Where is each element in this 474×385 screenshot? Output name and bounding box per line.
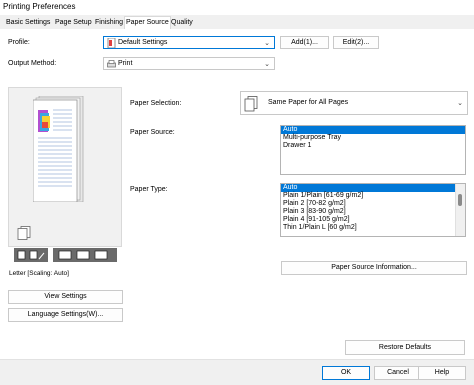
paper-type-option[interactable]: Auto (281, 184, 457, 192)
restore-defaults-button[interactable]: Restore Defaults (345, 340, 465, 355)
dialog-footer: OK Cancel Help (0, 359, 474, 385)
printer-icon (107, 60, 116, 68)
output-method-select[interactable]: Print ⌄ (103, 57, 275, 70)
paper-selection-label: Paper Selection: (130, 100, 182, 107)
ok-button[interactable]: OK (322, 366, 370, 380)
tab-page-setup[interactable]: Page Setup (54, 17, 93, 29)
paper-type-option[interactable]: Plain 1/Plain [61-69 g/m2] (281, 192, 457, 200)
tab-strip: Basic Settings Page Setup Finishing Pape… (0, 15, 474, 30)
device-view-toggle[interactable] (53, 248, 117, 262)
profile-icon (107, 38, 116, 48)
language-settings-button[interactable]: Language Settings(W)... (8, 308, 123, 322)
add-profile-button[interactable]: Add(1)... (280, 36, 329, 49)
cancel-button[interactable]: Cancel (374, 366, 422, 380)
paper-type-list[interactable]: Auto Plain 1/Plain [61-69 g/m2] Plain 2 … (280, 183, 466, 237)
profile-value: Default Settings (118, 39, 168, 46)
preview-caption: Letter [Scaling: Auto] (9, 270, 69, 277)
paper-type-option[interactable]: Thin 1/Plain L [60 g/m2] (281, 224, 457, 232)
edit-profile-button[interactable]: Edit(2)... (333, 36, 379, 49)
tab-quality[interactable]: Quality (170, 17, 194, 29)
paper-source-option[interactable]: Drawer 1 (281, 142, 465, 150)
paper-source-option[interactable]: Auto (281, 126, 465, 134)
paper-source-list[interactable]: Auto Multi-purpose Tray Drawer 1 (280, 125, 466, 175)
tab-paper-source[interactable]: Paper Source (124, 16, 171, 30)
scrollbar-thumb[interactable] (458, 194, 462, 206)
profile-select[interactable]: Default Settings ⌄ (103, 36, 275, 49)
view-mode-toggle[interactable] (14, 248, 48, 262)
paper-type-option[interactable]: Plain 4 [91-105 g/m2] (281, 216, 457, 224)
window-title: Printing Preferences (3, 2, 76, 11)
paper-type-option[interactable]: Plain 3 [83-90 g/m2] (281, 208, 457, 216)
chevron-down-icon: ⌄ (264, 40, 270, 47)
tab-finishing[interactable]: Finishing (94, 17, 124, 29)
page-preview-icon (33, 96, 84, 202)
paper-type-option[interactable]: Plain 2 [70-82 g/m2] (281, 200, 457, 208)
copies-icon (17, 226, 31, 240)
settings-panel: Profile: Default Settings ⌄ Add(1)... Ed… (0, 29, 474, 359)
chevron-down-icon: ⌄ (457, 100, 463, 107)
paper-type-label: Paper Type: (130, 186, 168, 193)
paper-source-option[interactable]: Multi-purpose Tray (281, 134, 465, 142)
paper-source-label: Paper Source: (130, 129, 175, 136)
document-view-icon (17, 250, 45, 260)
paper-selection-select[interactable]: Same Paper for All Pages ⌄ (240, 91, 468, 115)
tab-basic-settings[interactable]: Basic Settings (5, 17, 51, 29)
preview-pane (8, 87, 122, 262)
help-button[interactable]: Help (418, 366, 466, 380)
paper-type-scrollbar[interactable] (455, 184, 465, 236)
chevron-down-icon: ⌄ (264, 61, 270, 68)
profile-label: Profile: (8, 39, 30, 46)
output-method-value: Print (118, 60, 133, 67)
paper-source-info-button[interactable]: Paper Source Information... (281, 261, 467, 275)
pages-icon (244, 96, 258, 112)
title-bar: Printing Preferences (0, 0, 474, 15)
output-method-label: Output Method: (8, 60, 57, 67)
printer-view-icon (58, 250, 108, 260)
view-settings-button[interactable]: View Settings (8, 290, 123, 304)
paper-selection-value: Same Paper for All Pages (268, 99, 349, 106)
